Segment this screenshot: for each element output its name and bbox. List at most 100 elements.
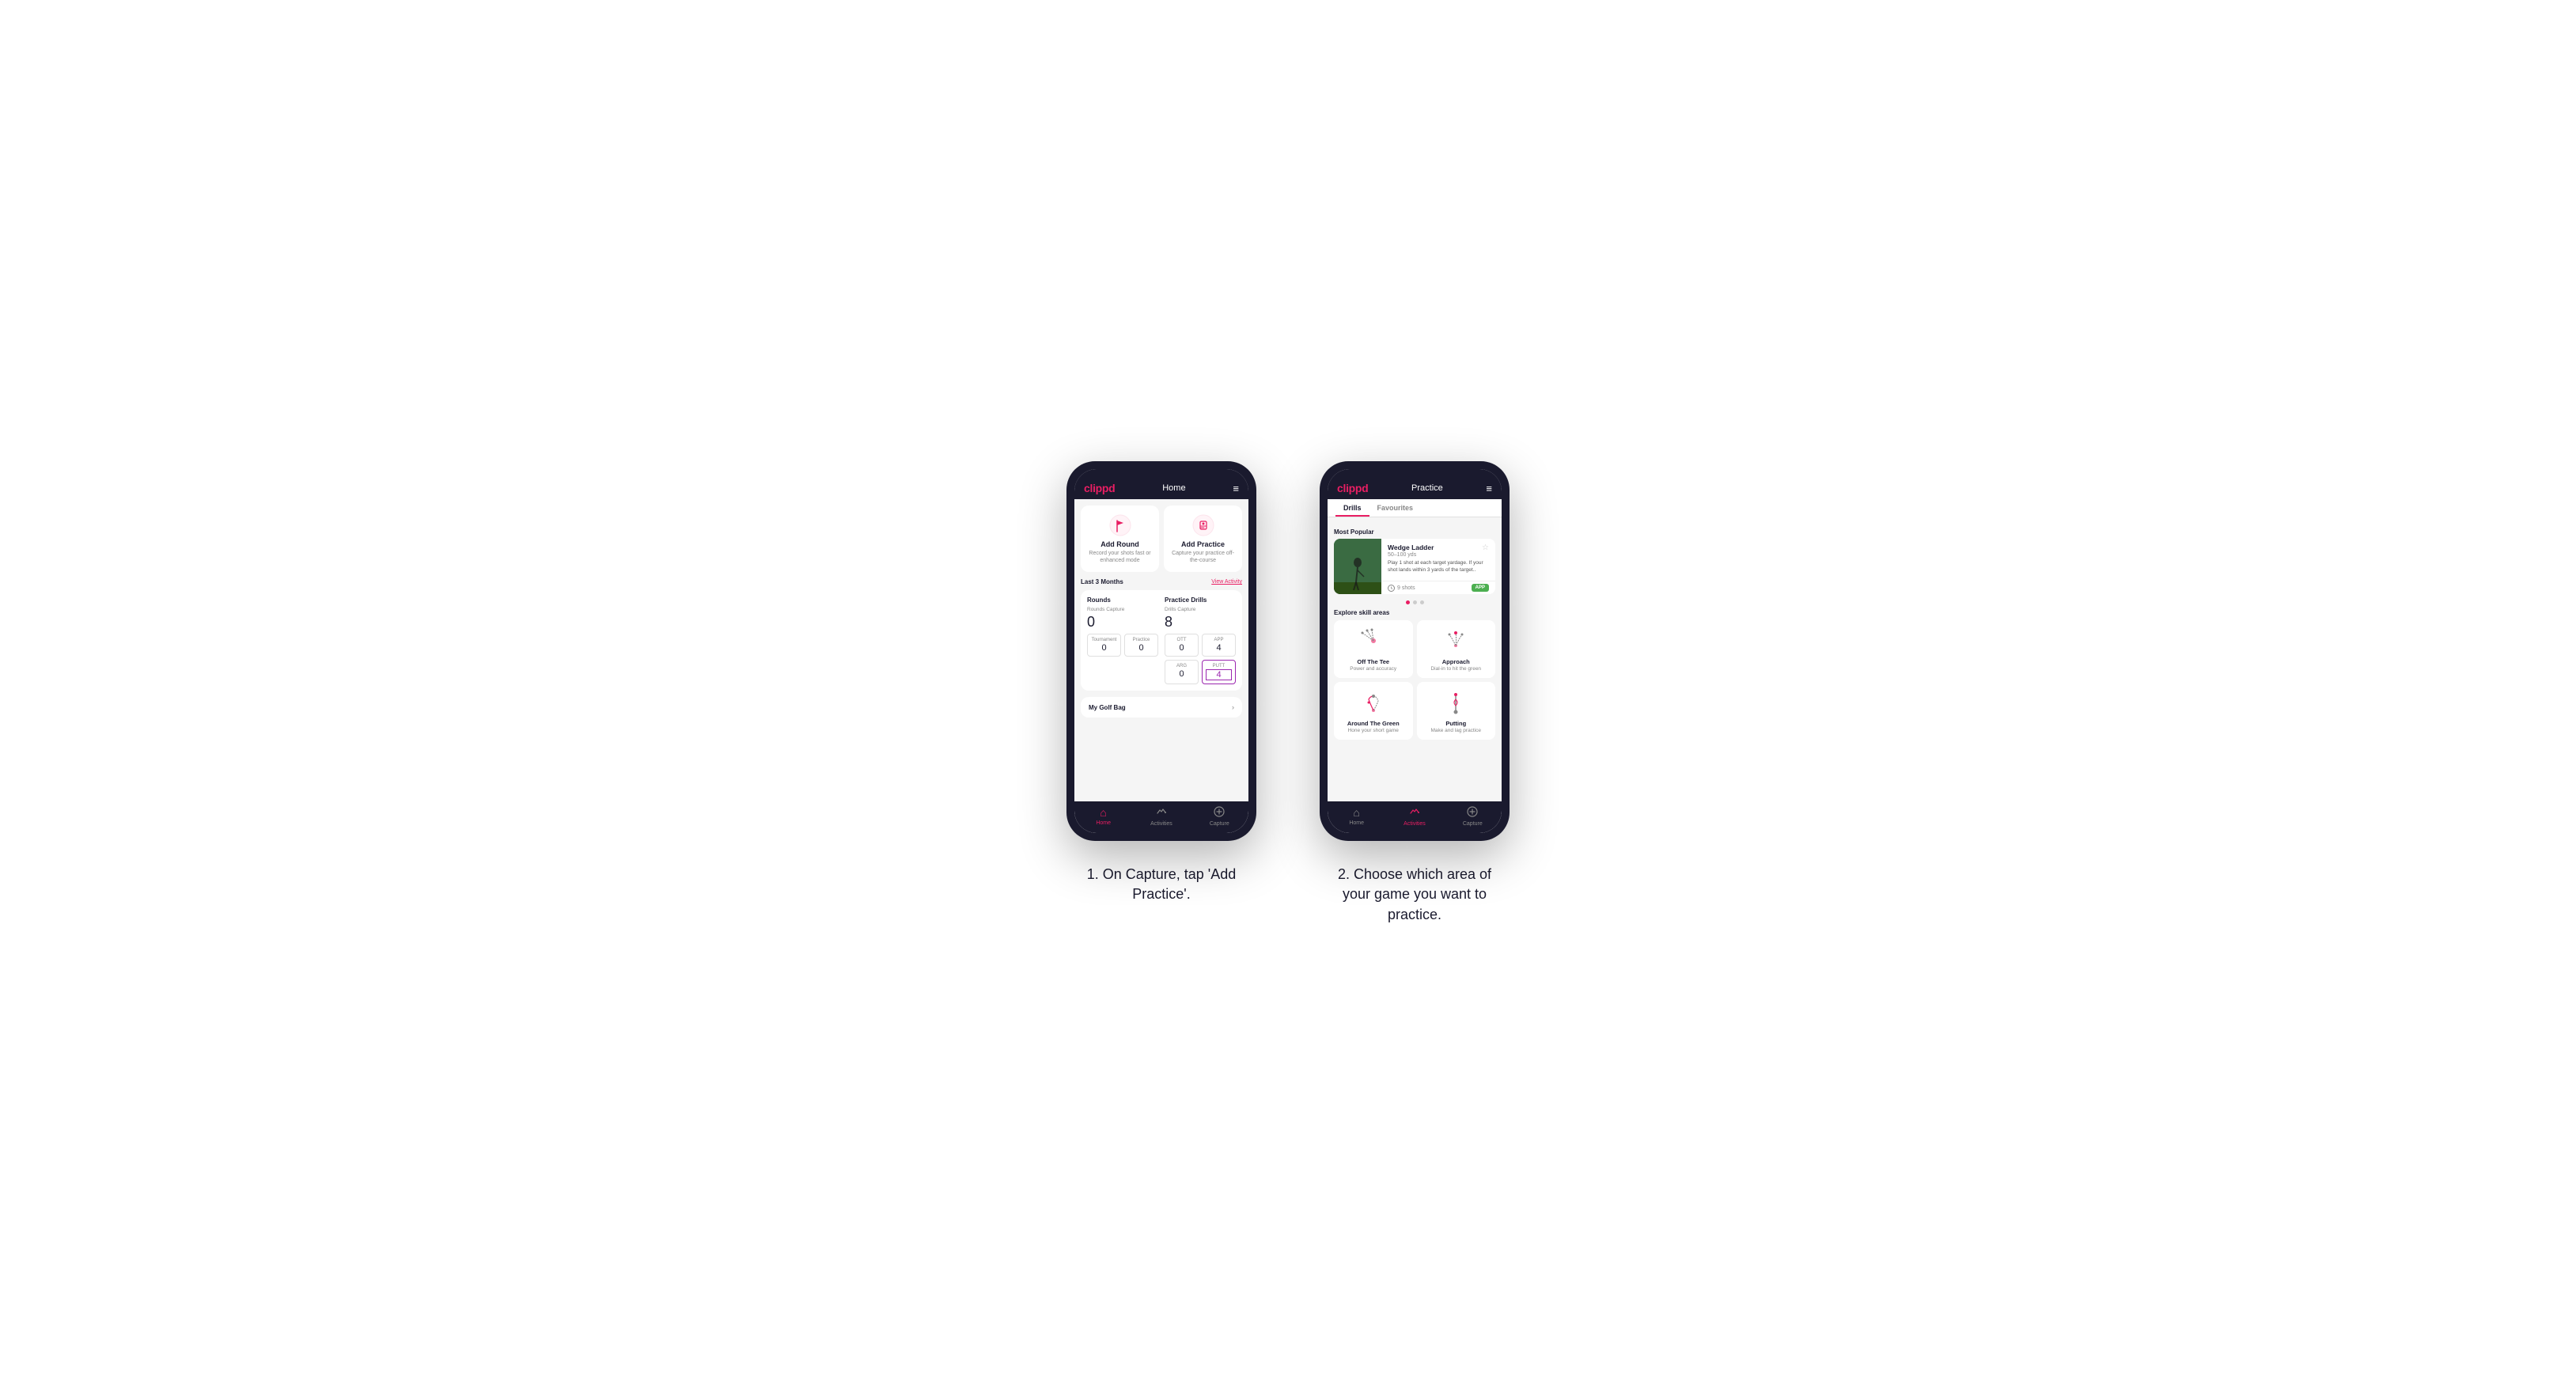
nav-activities-1[interactable]: Activities <box>1132 806 1190 827</box>
skill-putting-desc: Make and lag practice <box>1430 728 1481 733</box>
add-practice-desc: Capture your practice off-the-course <box>1170 550 1236 564</box>
add-round-title: Add Round <box>1100 540 1139 548</box>
featured-desc: Play 1 shot at each target yardage. If y… <box>1388 560 1489 574</box>
add-practice-icon <box>1191 513 1215 537</box>
capture-nav-label-1: Capture <box>1210 821 1229 827</box>
phone-screen-2: clippd Practice ≡ Drills Favourites Most… <box>1328 469 1502 833</box>
skill-off-the-tee[interactable]: Off The Tee Power and accuracy <box>1334 620 1413 678</box>
nav-home-2[interactable]: ⌂ Home <box>1328 806 1385 827</box>
home-nav-label-1: Home <box>1096 820 1111 826</box>
menu-icon-1[interactable]: ≡ <box>1233 483 1239 494</box>
status-bar-2 <box>1328 469 1502 475</box>
bottom-nav-2: ⌂ Home Activities <box>1328 801 1502 833</box>
explore-label: Explore skill areas <box>1334 609 1495 616</box>
app-stat: APP 4 <box>1202 634 1236 657</box>
most-popular-label: Most Popular <box>1334 524 1495 539</box>
practice-stat: Practice 0 <box>1124 634 1158 657</box>
add-round-card[interactable]: Add Round Record your shots fast or enha… <box>1081 506 1159 572</box>
skill-putting[interactable]: Putting Make and lag practice <box>1417 682 1496 740</box>
stats-card: Rounds Rounds Capture 0 Tournament 0 <box>1081 590 1242 691</box>
bottom-nav-1: ⌂ Home Activities <box>1074 801 1248 833</box>
activities-nav-label-1: Activities <box>1150 821 1172 827</box>
add-practice-card[interactable]: Add Practice Capture your practice off-t… <box>1164 506 1242 572</box>
phone-section-1: clippd Home ≡ <box>1066 461 1256 904</box>
golf-bag-row[interactable]: My Golf Bag › <box>1081 697 1242 718</box>
app-value: 4 <box>1206 643 1232 653</box>
drills-capture-label: Drills Capture <box>1165 607 1236 612</box>
practice-label: Practice <box>1128 638 1154 642</box>
featured-image <box>1334 539 1381 594</box>
phone-frame-2: clippd Practice ≡ Drills Favourites Most… <box>1320 461 1510 841</box>
nav-capture-2[interactable]: Capture <box>1444 806 1502 827</box>
screen-content-1: Add Round Record your shots fast or enha… <box>1074 499 1248 801</box>
stats-period: Last 3 Months <box>1081 578 1123 585</box>
app-label: APP <box>1206 638 1232 642</box>
ott-value: 0 <box>1169 643 1195 653</box>
skill-around-the-green[interactable]: Around The Green Hone your short game <box>1334 682 1413 740</box>
dot-3 <box>1420 600 1424 604</box>
rounds-value: 0 <box>1087 614 1158 631</box>
app-header-1: clippd Home ≡ <box>1074 475 1248 499</box>
home-nav-icon-1: ⌂ <box>1100 806 1106 819</box>
screen-content-2: Most Popular <box>1328 517 1502 801</box>
skill-putting-title: Putting <box>1445 720 1466 727</box>
home-nav-icon-2: ⌂ <box>1353 806 1359 819</box>
menu-icon-2[interactable]: ≡ <box>1486 483 1492 494</box>
drills-value: 8 <box>1165 614 1236 631</box>
nav-capture-1[interactable]: Capture <box>1191 806 1248 827</box>
skill-approach-title: Approach <box>1442 658 1470 665</box>
rounds-capture-label: Rounds Capture <box>1087 607 1158 612</box>
drills-column: Practice Drills Drills Capture 8 OTT 0 <box>1165 596 1236 684</box>
golf-bag-label: My Golf Bag <box>1089 704 1126 711</box>
drills-sub-stats: OTT 0 APP 4 ARG 0 <box>1165 634 1236 684</box>
arg-stat: ARG 0 <box>1165 660 1199 684</box>
phone-screen-1: clippd Home ≡ <box>1074 469 1248 833</box>
capture-nav-icon-2 <box>1467 806 1478 820</box>
skill-grid: Off The Tee Power and accuracy <box>1334 620 1495 740</box>
stats-header: Last 3 Months View Activity <box>1081 578 1242 585</box>
rounds-col-title: Rounds <box>1087 596 1158 604</box>
tabs-row: Drills Favourites <box>1328 499 1502 517</box>
putt-label: PUTT <box>1206 664 1232 668</box>
skill-approach[interactable]: Approach Dial-in to hit the green <box>1417 620 1496 678</box>
add-round-icon <box>1108 513 1132 537</box>
activities-nav-icon-1 <box>1156 806 1167 820</box>
putt-value: 4 <box>1206 669 1232 680</box>
capture-nav-icon-1 <box>1214 806 1225 820</box>
page-container: clippd Home ≡ <box>1066 461 1510 925</box>
tournament-value: 0 <box>1091 643 1117 653</box>
phone-frame-1: clippd Home ≡ <box>1066 461 1256 841</box>
activities-nav-label-2: Activities <box>1404 821 1426 827</box>
nav-activities-2[interactable]: Activities <box>1385 806 1443 827</box>
star-icon[interactable]: ☆ <box>1482 543 1489 552</box>
tournament-label: Tournament <box>1091 638 1117 642</box>
featured-card[interactable]: ☆ Wedge Ladder 50–100 yds Play 1 shot at… <box>1334 539 1495 594</box>
arg-value: 0 <box>1169 669 1195 679</box>
nav-home-1[interactable]: ⌂ Home <box>1074 806 1132 827</box>
skill-atg-desc: Hone your short game <box>1348 728 1399 733</box>
dot-2 <box>1413 600 1417 604</box>
status-bar-1 <box>1074 469 1248 475</box>
capture-nav-label-2: Capture <box>1463 821 1483 827</box>
rounds-column: Rounds Rounds Capture 0 Tournament 0 <box>1087 596 1158 684</box>
dots-indicator <box>1334 600 1495 604</box>
dot-1 <box>1406 600 1410 604</box>
putt-stat: PUTT 4 <box>1202 660 1236 684</box>
arg-label: ARG <box>1169 664 1195 668</box>
shots-count: 9 shots <box>1388 585 1415 592</box>
caption-1: 1. On Capture, tap 'Add Practice'. <box>1074 865 1248 904</box>
tab-drills[interactable]: Drills <box>1335 499 1369 517</box>
tournament-stat: Tournament 0 <box>1087 634 1121 657</box>
ott-label: OTT <box>1169 638 1195 642</box>
caption-2: 2. Choose which area of your game you wa… <box>1328 865 1502 925</box>
tab-favourites[interactable]: Favourites <box>1369 499 1422 517</box>
rounds-sub-stats: Tournament 0 Practice 0 <box>1087 634 1158 657</box>
featured-subtitle: 50–100 yds <box>1388 552 1489 558</box>
skill-ott-desc: Power and accuracy <box>1350 666 1396 672</box>
featured-title: Wedge Ladder <box>1388 543 1489 551</box>
skill-ott-title: Off The Tee <box>1357 658 1389 665</box>
phone-section-2: clippd Practice ≡ Drills Favourites Most… <box>1320 461 1510 925</box>
view-activity-link[interactable]: View Activity <box>1211 579 1242 585</box>
activities-nav-icon-2 <box>1409 806 1420 820</box>
ott-stat: OTT 0 <box>1165 634 1199 657</box>
